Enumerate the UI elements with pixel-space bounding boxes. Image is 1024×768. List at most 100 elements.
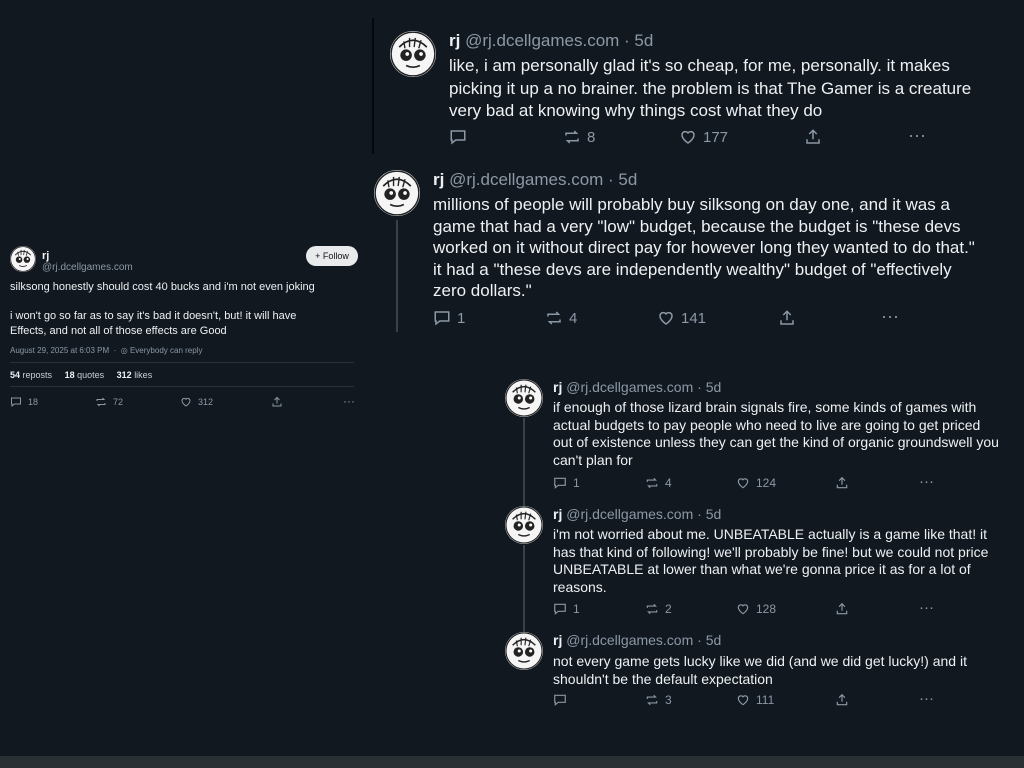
reply-button[interactable] (553, 693, 573, 707)
more-button[interactable]: ··· (908, 125, 926, 146)
author-name[interactable]: rj (433, 170, 444, 189)
share-upload-icon (806, 129, 820, 144)
more-button[interactable]: ··· (919, 473, 934, 490)
repost-count: 3 (665, 693, 672, 707)
ellipsis-icon: ··· (343, 394, 355, 408)
follow-label: + Follow (315, 251, 349, 261)
post-text-line: very bad at knowing why things cost what… (449, 101, 823, 120)
avatar[interactable] (505, 379, 543, 417)
reply-count: 1 (573, 476, 580, 490)
author-name[interactable]: rj (42, 250, 49, 262)
share-button[interactable] (835, 693, 849, 707)
avatar[interactable] (390, 31, 436, 77)
author-handle[interactable]: @rj.dcellgames.com · 5d (465, 31, 653, 50)
like-button[interactable]: 312 (180, 396, 213, 408)
doodle-face-avatar-icon (505, 506, 543, 544)
like-button[interactable]: 128 (736, 602, 776, 616)
reply-count: 18 (28, 397, 39, 407)
speech-bubble-icon (554, 477, 566, 489)
repost-button[interactable]: 3 (645, 693, 672, 707)
author-handle[interactable]: @rj.dcellgames.com · 5d (449, 170, 637, 189)
like-count: 124 (756, 476, 777, 490)
post-text-line: Effects, and not all of those effects ar… (10, 325, 227, 337)
share-button[interactable] (835, 602, 849, 616)
reply-button[interactable] (449, 128, 473, 146)
author-name[interactable]: rj (449, 31, 460, 50)
repost-button[interactable]: 4 (645, 476, 672, 490)
post-text-line: worked on it without direct pay for howe… (433, 238, 975, 257)
post-header: rj @rj.dcellgames.com · 5d (553, 506, 721, 522)
like-count: 177 (703, 128, 729, 146)
like-count: 128 (756, 602, 777, 616)
share-button[interactable] (778, 309, 796, 327)
follow-button[interactable]: + Follow (306, 246, 358, 266)
speech-bubble-icon (450, 130, 466, 145)
reply-setting[interactable]: Everybody can reply (130, 346, 202, 355)
original-post: rj @rj.dcellgames.com + Follow silksong … (0, 236, 362, 436)
author-handle[interactable]: @rj.dcellgames.com · 5d (566, 506, 721, 522)
speech-bubble-icon (554, 694, 566, 706)
like-button[interactable]: 124 (736, 476, 776, 490)
repost-button[interactable]: 4 (545, 309, 577, 327)
post-body: if enough of those lizard brain signals … (553, 399, 999, 469)
share-button[interactable] (271, 396, 283, 408)
more-button[interactable]: ··· (343, 394, 355, 408)
heart-icon (659, 311, 673, 325)
ellipsis-icon: ··· (919, 473, 934, 490)
repost-button[interactable]: 2 (645, 602, 672, 616)
like-button[interactable]: 177 (679, 128, 728, 146)
author-handle[interactable]: @rj.dcellgames.com (42, 262, 133, 273)
post-body: millions of people will probably buy sil… (433, 194, 975, 302)
share-button[interactable] (804, 128, 822, 146)
post-timestamp: August 29, 2025 at 6:03 PM · ◎ Everybody… (10, 346, 203, 355)
reply-button[interactable]: 1 (553, 476, 580, 490)
post-text-line: has that kind of following! we'll probab… (553, 543, 989, 560)
post-text-line: millions of people will probably buy sil… (433, 195, 950, 214)
avatar[interactable] (374, 170, 420, 216)
share-upload-icon (836, 693, 848, 706)
heart-icon (181, 397, 191, 407)
likes-stat[interactable]: 312 likes (117, 370, 153, 380)
avatar[interactable] (505, 506, 543, 544)
heart-icon (737, 695, 749, 706)
reply-button[interactable]: 18 (10, 396, 38, 408)
author-name[interactable]: rj (553, 506, 562, 522)
more-button[interactable]: ··· (881, 306, 899, 327)
reply-button[interactable]: 1 (553, 602, 580, 616)
thread-line (523, 418, 525, 513)
like-button[interactable]: 111 (736, 693, 774, 707)
author-handle[interactable]: @rj.dcellgames.com · 5d (566, 632, 721, 648)
ellipsis-icon: ··· (919, 690, 934, 707)
share-button[interactable] (835, 476, 849, 490)
post-text-line: picking it up a no brainer. the problem … (449, 78, 972, 98)
reply-button[interactable]: 1 (433, 309, 465, 327)
avatar[interactable] (505, 632, 543, 670)
more-button[interactable]: ··· (919, 599, 934, 616)
share-upload-icon (836, 476, 848, 489)
heart-icon (737, 604, 749, 615)
speech-bubble-icon (434, 311, 450, 326)
post-text-line: like, i am personally glad it's so cheap… (449, 56, 950, 75)
reposts-stat[interactable]: 54 reposts (10, 370, 52, 380)
repost-button[interactable]: 8 (563, 128, 595, 146)
repost-button[interactable]: 72 (95, 396, 123, 408)
post-header: rj @rj.dcellgames.com · 5d (449, 31, 653, 51)
like-count: 111 (756, 693, 775, 707)
ellipsis-icon: ··· (881, 306, 899, 326)
repost-arrows-icon (646, 603, 658, 615)
thread-line (523, 545, 525, 635)
post-header: rj @rj.dcellgames.com · 5d (553, 379, 721, 395)
avatar[interactable] (10, 246, 36, 272)
heart-icon (737, 478, 749, 489)
author-name[interactable]: rj (553, 632, 562, 648)
quotes-stat[interactable]: 18 quotes (65, 370, 105, 380)
author-name[interactable]: rj (553, 379, 562, 395)
reply-post: rj @rj.dcellgames.com · 5d millions of p… (360, 156, 1000, 336)
repost-arrows-icon (547, 311, 561, 325)
author-handle[interactable]: @rj.dcellgames.com · 5d (566, 379, 721, 395)
like-count: 312 (198, 397, 214, 407)
repost-count: 2 (665, 602, 672, 616)
like-button[interactable]: 141 (657, 309, 706, 327)
more-button[interactable]: ··· (919, 690, 934, 707)
repost-count: 72 (113, 397, 124, 407)
